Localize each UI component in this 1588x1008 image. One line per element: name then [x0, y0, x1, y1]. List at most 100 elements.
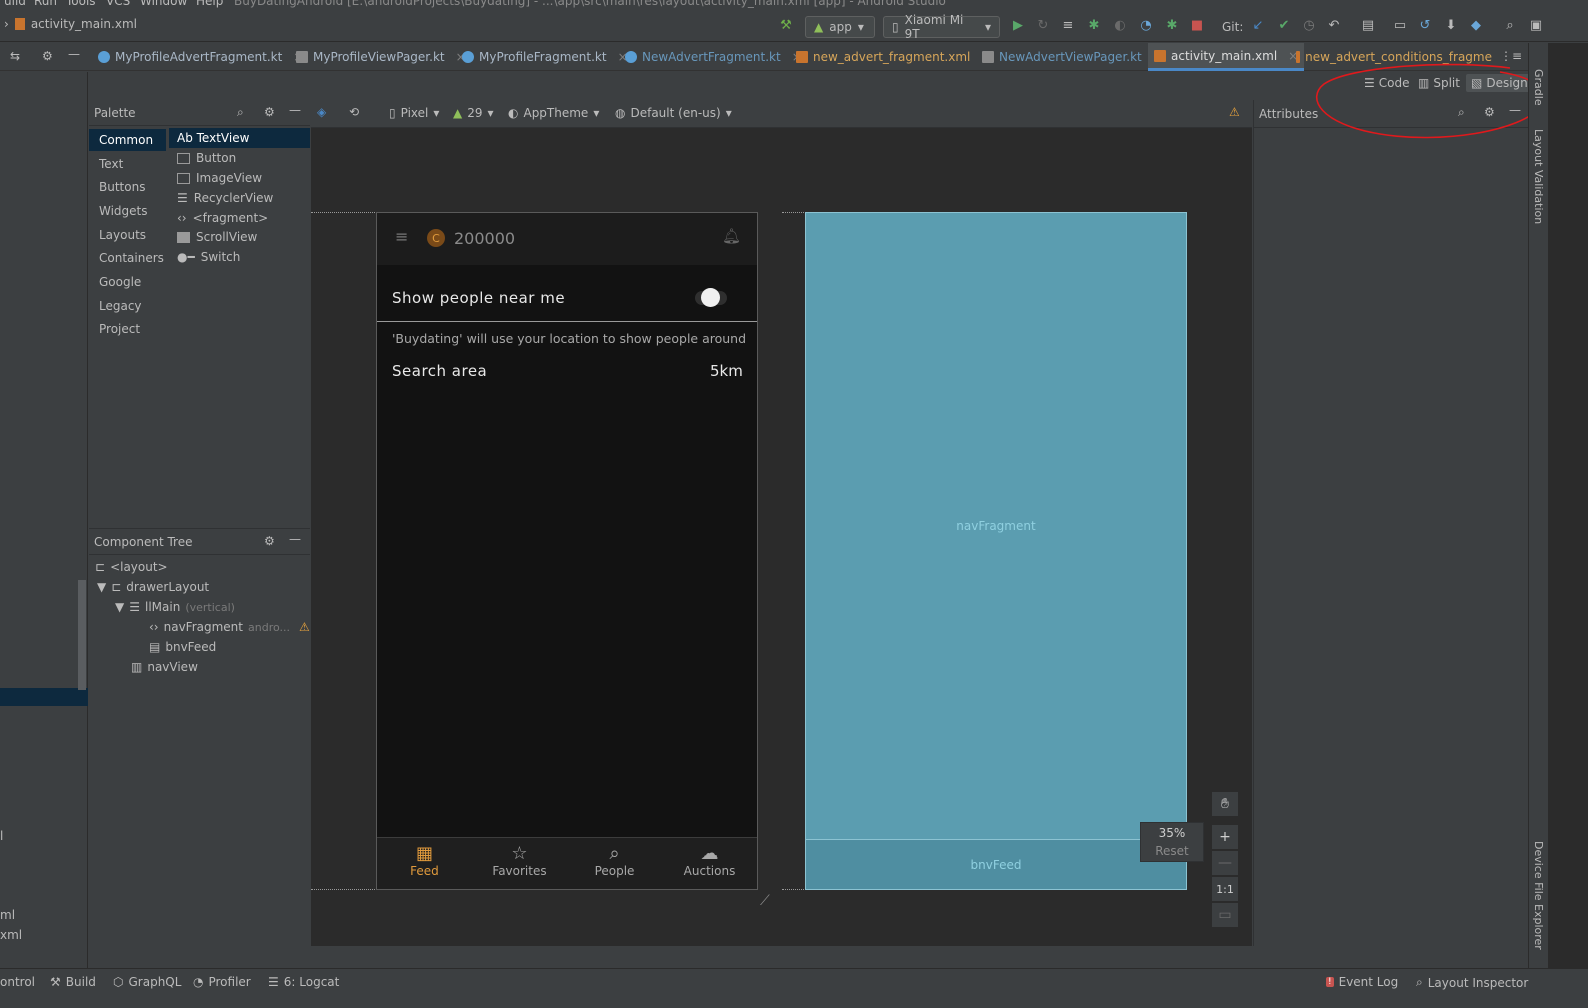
bottom-nav-auctions[interactable]: ☁ Auctions: [662, 844, 757, 879]
menu-vcs[interactable]: VCS: [106, 0, 130, 8]
blueprint-navfragment[interactable]: navFragment: [806, 213, 1186, 839]
palette-category-layouts[interactable]: Layouts: [89, 224, 166, 246]
resize-handle-icon[interactable]: ⟋: [760, 893, 780, 913]
attach-debugger-icon[interactable]: ✱: [1162, 15, 1182, 35]
palette-item-button[interactable]: Button: [177, 148, 236, 168]
tab-newadvertviewpager[interactable]: NewAdvertViewPager.kt×: [982, 43, 1163, 71]
zoom-in-icon[interactable]: +: [1212, 825, 1238, 849]
palette-item-fragment[interactable]: ‹› <fragment>: [177, 208, 268, 228]
git-commit-icon[interactable]: ✔: [1274, 15, 1294, 35]
breadcrumb[interactable]: › activity_main.xml: [4, 17, 137, 31]
hamburger-menu-icon[interactable]: ≡: [395, 227, 408, 246]
device-selector[interactable]: ▯ Pixel ▾: [389, 106, 439, 120]
hammer-icon[interactable]: ⚒: [776, 15, 796, 35]
search-icon[interactable]: ⌕: [1500, 15, 1520, 35]
minimize-icon[interactable]: —: [289, 532, 301, 546]
tree-node-layout[interactable]: ⊏ <layout>: [95, 557, 168, 577]
minimize-icon[interactable]: —: [289, 103, 301, 117]
tab-myprofilefragment[interactable]: MyProfileFragment.kt ×: [462, 43, 628, 71]
palette-category-project[interactable]: Project: [89, 318, 166, 340]
palette-category-legacy[interactable]: Legacy: [89, 295, 166, 317]
tree-node-llmain[interactable]: ▼ ☰ llMain (vertical): [115, 597, 235, 617]
zoom-reset[interactable]: Reset: [1141, 844, 1203, 858]
breadcrumb-file[interactable]: activity_main.xml: [31, 17, 137, 31]
palette-category-containers[interactable]: Containers: [89, 247, 166, 269]
zoom-actual-size[interactable]: 1:1: [1212, 877, 1238, 901]
api-selector[interactable]: ▲ 29 ▾: [453, 106, 494, 120]
plugin-icon[interactable]: ◆: [1466, 15, 1486, 35]
bottom-nav-feed[interactable]: ▦ Feed: [377, 844, 472, 879]
warning-icon[interactable]: ⚠: [299, 620, 310, 634]
sync-icon[interactable]: ↺: [1415, 15, 1435, 35]
minimize-icon[interactable]: —: [68, 47, 80, 61]
device-select[interactable]: ▯ Xiaomi Mi 9T ▾: [883, 13, 1000, 41]
menu-help[interactable]: Help: [196, 0, 223, 8]
coverage-icon[interactable]: ◐: [1110, 15, 1130, 35]
locale-selector[interactable]: ◍ Default (en-us) ▾: [615, 106, 732, 120]
gear-icon[interactable]: ⚙: [264, 534, 275, 548]
git-update-icon[interactable]: ↙: [1248, 15, 1268, 35]
apply-changes-icon[interactable]: ≡: [1058, 15, 1078, 35]
event-log-tool[interactable]: ! Event Log: [1326, 975, 1398, 989]
orientation-icon[interactable]: ⟲: [349, 105, 359, 119]
selected-row[interactable]: [0, 688, 88, 706]
account-icon[interactable]: ▣: [1526, 15, 1546, 35]
location-switch-thumb[interactable]: [701, 288, 720, 307]
tab-overflow-icon[interactable]: ⋮≡: [1500, 49, 1522, 63]
layout-validation-tool-button[interactable]: Layout Validation: [1532, 129, 1545, 224]
bottom-nav-favorites[interactable]: ☆ Favorites: [472, 844, 567, 879]
gear-icon[interactable]: ⚙: [42, 49, 53, 63]
palette-category-text[interactable]: Text: [89, 153, 166, 175]
collapse-icon[interactable]: ⇆: [10, 49, 20, 63]
rerun-icon[interactable]: ↻: [1033, 15, 1053, 35]
rollback-icon[interactable]: ↶: [1324, 15, 1344, 35]
stop-icon[interactable]: ■: [1187, 15, 1207, 35]
history-icon[interactable]: ◷: [1299, 15, 1319, 35]
expand-arrow-icon[interactable]: ▼: [97, 580, 106, 594]
menu-build[interactable]: uild: [4, 0, 26, 8]
zoom-fit-icon[interactable]: ▭: [1212, 903, 1238, 927]
graphql-tool[interactable]: ⬡ GraphQL: [113, 975, 181, 989]
run-icon[interactable]: ▶: [1008, 15, 1028, 35]
palette-item-scrollview[interactable]: ScrollView: [177, 227, 257, 247]
gradle-tool-button[interactable]: Gradle: [1532, 69, 1545, 106]
warning-icon[interactable]: ⚠: [1229, 105, 1240, 119]
design-surface-icon[interactable]: ◈: [317, 105, 326, 119]
palette-item-textview[interactable]: Ab TextView: [169, 128, 310, 148]
expand-arrow-icon[interactable]: ▼: [115, 600, 124, 614]
palette-category-widgets[interactable]: Widgets: [89, 200, 166, 222]
phone-preview[interactable]: ≡ C 200000 🔔︎ Show people near me 'Buyda…: [376, 212, 758, 890]
build-tool[interactable]: ⚒ Build: [50, 975, 96, 989]
tab-myprofileadvertfragment[interactable]: MyProfileAdvertFragment.kt×: [98, 43, 303, 71]
blueprint-bnvfeed[interactable]: bnvFeed: [806, 839, 1186, 889]
device-file-explorer-tool-button[interactable]: Device File Explorer: [1532, 841, 1545, 950]
bell-icon[interactable]: 🔔︎: [722, 227, 741, 245]
scrollbar[interactable]: [78, 580, 86, 690]
tree-node-navfragment[interactable]: ‹› navFragment andro... ⚠: [149, 617, 310, 637]
zoom-out-icon[interactable]: —: [1212, 851, 1238, 875]
sdk-manager-icon[interactable]: ⬇: [1441, 15, 1461, 35]
project-structure-icon[interactable]: ▤: [1358, 15, 1378, 35]
layout-inspector-tool[interactable]: ⌕ Layout Inspector: [1416, 975, 1528, 990]
palette-item-recyclerview[interactable]: ☰ RecyclerView: [177, 188, 273, 208]
location-switch-track[interactable]: [695, 288, 727, 307]
menu-run[interactable]: Run: [34, 0, 57, 8]
tab-new-advert-fragment-xml[interactable]: new_advert_fragment.xml×: [796, 43, 991, 71]
tab-myprofileviewpager[interactable]: MyProfileViewPager.kt ×: [296, 43, 466, 71]
bottom-nav-people[interactable]: ⌕ People: [567, 844, 662, 879]
search-icon[interactable]: ⌕: [237, 105, 244, 120]
blueprint-preview[interactable]: navFragment bnvFeed: [805, 212, 1187, 890]
profiler-tool[interactable]: ◔ Profiler: [193, 975, 251, 989]
avd-manager-icon[interactable]: ▭: [1390, 15, 1410, 35]
tab-newadvertfragment[interactable]: NewAdvertFragment.kt×: [625, 43, 802, 71]
menu-tools[interactable]: Tools: [66, 0, 96, 8]
palette-item-switch[interactable]: ●━ Switch: [177, 247, 240, 267]
palette-category-google[interactable]: Google: [89, 271, 166, 293]
theme-selector[interactable]: ◐ AppTheme ▾: [508, 106, 599, 120]
palette-item-imageview[interactable]: ImageView: [177, 168, 262, 188]
logcat-tool[interactable]: ☰ 6: Logcat: [268, 975, 339, 989]
run-config-select[interactable]: ▲ app ▾: [805, 16, 875, 38]
tab-activity-main-xml[interactable]: activity_main.xml ×: [1148, 43, 1305, 71]
palette-category-buttons[interactable]: Buttons: [89, 176, 166, 198]
tree-node-navview[interactable]: ▥ navView: [131, 657, 198, 677]
